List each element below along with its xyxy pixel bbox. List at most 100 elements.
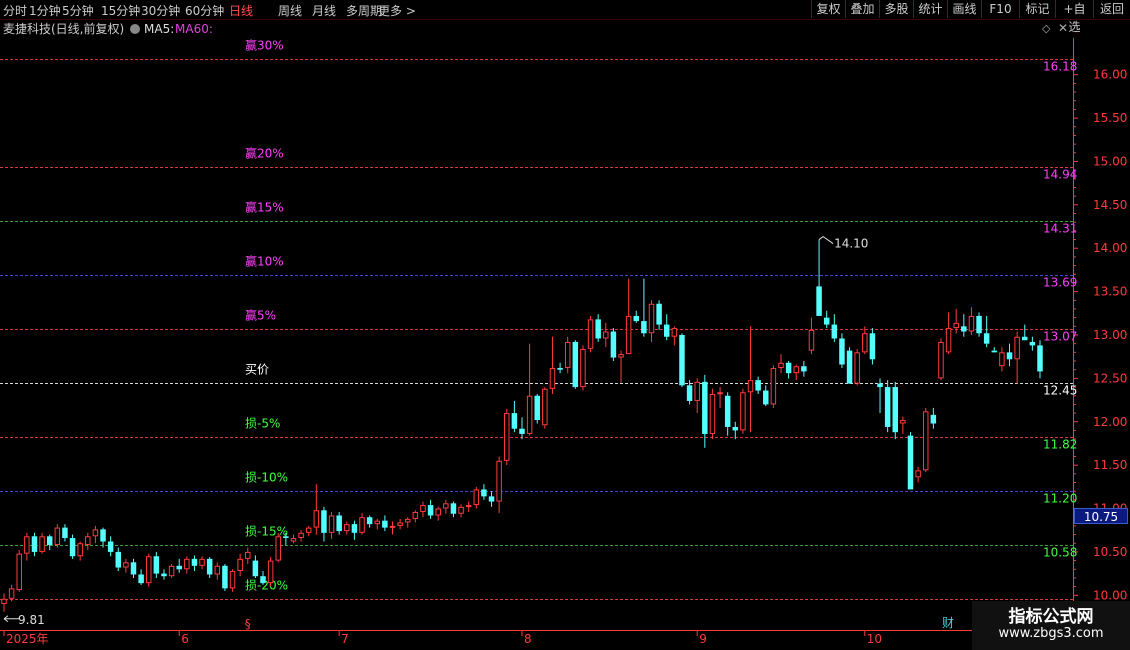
candle-body bbox=[884, 387, 891, 427]
toolbar-button-7[interactable]: +自选 bbox=[1055, 0, 1093, 34]
candle-body bbox=[747, 380, 754, 393]
period-tab-5[interactable]: 60分钟 bbox=[185, 2, 224, 19]
y-tick-label: 10.50 bbox=[1093, 545, 1127, 559]
candle-body bbox=[740, 392, 746, 431]
toolbar-button-4[interactable]: 画线 bbox=[947, 0, 981, 18]
candle-body bbox=[138, 574, 144, 584]
candle-body bbox=[184, 558, 190, 570]
candle-body bbox=[618, 354, 624, 358]
candle-body bbox=[92, 529, 99, 537]
month-label: 6 bbox=[181, 632, 189, 646]
period-tab-10[interactable]: 更多 > bbox=[378, 2, 416, 19]
indicator-menu-icon[interactable] bbox=[130, 24, 140, 34]
high-marker-arrow bbox=[818, 235, 834, 244]
candle-body bbox=[275, 536, 281, 561]
candle-body bbox=[420, 505, 426, 513]
month-label: 8 bbox=[524, 632, 532, 646]
candle-body bbox=[991, 350, 998, 353]
candle-body bbox=[785, 362, 792, 374]
candle-body bbox=[938, 341, 944, 379]
candle-body bbox=[1, 598, 7, 604]
candle-body bbox=[900, 420, 906, 424]
toolbar-button-5[interactable]: F10 bbox=[981, 0, 1019, 18]
month-label: 10 bbox=[867, 632, 882, 646]
candle-body bbox=[945, 328, 952, 353]
candle-body bbox=[69, 538, 76, 557]
diamond-icon[interactable]: ◇ bbox=[1042, 22, 1050, 35]
level-label: 赢20% bbox=[245, 146, 284, 161]
candle-body bbox=[732, 426, 739, 431]
candle-body bbox=[671, 328, 678, 337]
toolbar-button-0[interactable]: 复权 bbox=[811, 0, 845, 18]
period-tab-2[interactable]: 5分钟 bbox=[62, 2, 94, 19]
candle-body bbox=[54, 527, 61, 545]
toolbar-button-6[interactable]: 标记 bbox=[1019, 0, 1055, 18]
candle-body bbox=[39, 536, 45, 552]
y-tick-label: 12.00 bbox=[1093, 415, 1127, 429]
candle-body bbox=[770, 367, 777, 405]
toolbar-button-8[interactable]: 返回 bbox=[1093, 0, 1130, 18]
toolbar-button-3[interactable]: 统计 bbox=[913, 0, 947, 18]
toolbar-button-2[interactable]: 多股 bbox=[879, 0, 913, 18]
candle-body bbox=[983, 333, 990, 344]
candle-body bbox=[808, 329, 815, 351]
candle-body bbox=[404, 518, 411, 523]
candle-body bbox=[366, 517, 373, 525]
candle-body bbox=[549, 367, 556, 389]
candle-body bbox=[24, 536, 30, 554]
period-tab-7[interactable]: 周线 bbox=[278, 2, 302, 19]
candle-body bbox=[839, 338, 845, 365]
period-tab-9[interactable]: 多周期 bbox=[346, 2, 382, 19]
close-icon[interactable]: ✕ bbox=[1058, 21, 1068, 35]
candle-body bbox=[564, 341, 571, 368]
dividend-badge: § bbox=[245, 617, 251, 631]
watermark-title: 指标公式网 bbox=[1008, 607, 1094, 627]
low-marker-label: 9.81 bbox=[18, 613, 45, 627]
candle-body bbox=[214, 565, 221, 575]
candle-body bbox=[199, 558, 205, 566]
candle-body bbox=[587, 319, 594, 349]
candle-body bbox=[724, 395, 731, 427]
level-price: 11.20 bbox=[1043, 492, 1077, 506]
level-price: 14.94 bbox=[1043, 168, 1077, 182]
period-tab-0[interactable]: 分时 bbox=[3, 2, 27, 19]
candle-body bbox=[107, 541, 114, 552]
candle-body bbox=[267, 560, 274, 584]
kline-chart[interactable]: 16.00 15.50 15.00 14.50 14.00 13.50 13.00 12.50… bbox=[0, 0, 1130, 650]
candle-body bbox=[412, 512, 419, 519]
toolbar-button-1[interactable]: 叠加 bbox=[845, 0, 879, 18]
candle-body bbox=[153, 556, 160, 574]
candle-body bbox=[100, 529, 106, 542]
level-price: 14.31 bbox=[1043, 222, 1077, 236]
candle-body bbox=[641, 321, 647, 334]
candle-body bbox=[374, 520, 381, 525]
candle-body bbox=[801, 366, 807, 372]
level-price: 13.69 bbox=[1043, 276, 1077, 290]
finance-badge[interactable]: 财 bbox=[942, 614, 954, 631]
candle-body bbox=[610, 331, 617, 358]
candle-body bbox=[823, 317, 830, 325]
candle-body bbox=[298, 532, 304, 539]
candle-body bbox=[633, 315, 640, 322]
candle-body bbox=[16, 553, 22, 591]
candle-body bbox=[313, 510, 320, 528]
candle-body bbox=[1006, 352, 1013, 360]
candle-body bbox=[709, 394, 716, 434]
candle-body bbox=[656, 303, 662, 325]
candle-body bbox=[854, 352, 860, 384]
period-tab-4[interactable]: 30分钟 bbox=[141, 2, 180, 19]
period-tab-8[interactable]: 月线 bbox=[312, 2, 336, 19]
candle-body bbox=[359, 517, 365, 533]
candle-body bbox=[8, 588, 15, 599]
level-label: 买价 bbox=[245, 363, 269, 377]
period-tab-6[interactable]: 日线 bbox=[229, 2, 253, 19]
candle-body bbox=[526, 395, 533, 434]
period-tab-3[interactable]: 15分钟 bbox=[101, 2, 140, 19]
period-tab-1[interactable]: 1分钟 bbox=[29, 2, 61, 19]
period-toolbar: 分时 1分钟 5分钟 15分钟 30分钟 60分钟 日线 周线 月线 多周期 更多 > 复权 叠加 多股统… bbox=[0, 0, 1130, 34]
candle-body bbox=[397, 522, 403, 526]
candle-body bbox=[1014, 336, 1020, 360]
level-label: 损-10% bbox=[245, 471, 288, 485]
candle-body bbox=[557, 367, 563, 370]
level-label: 损-5% bbox=[245, 417, 280, 431]
